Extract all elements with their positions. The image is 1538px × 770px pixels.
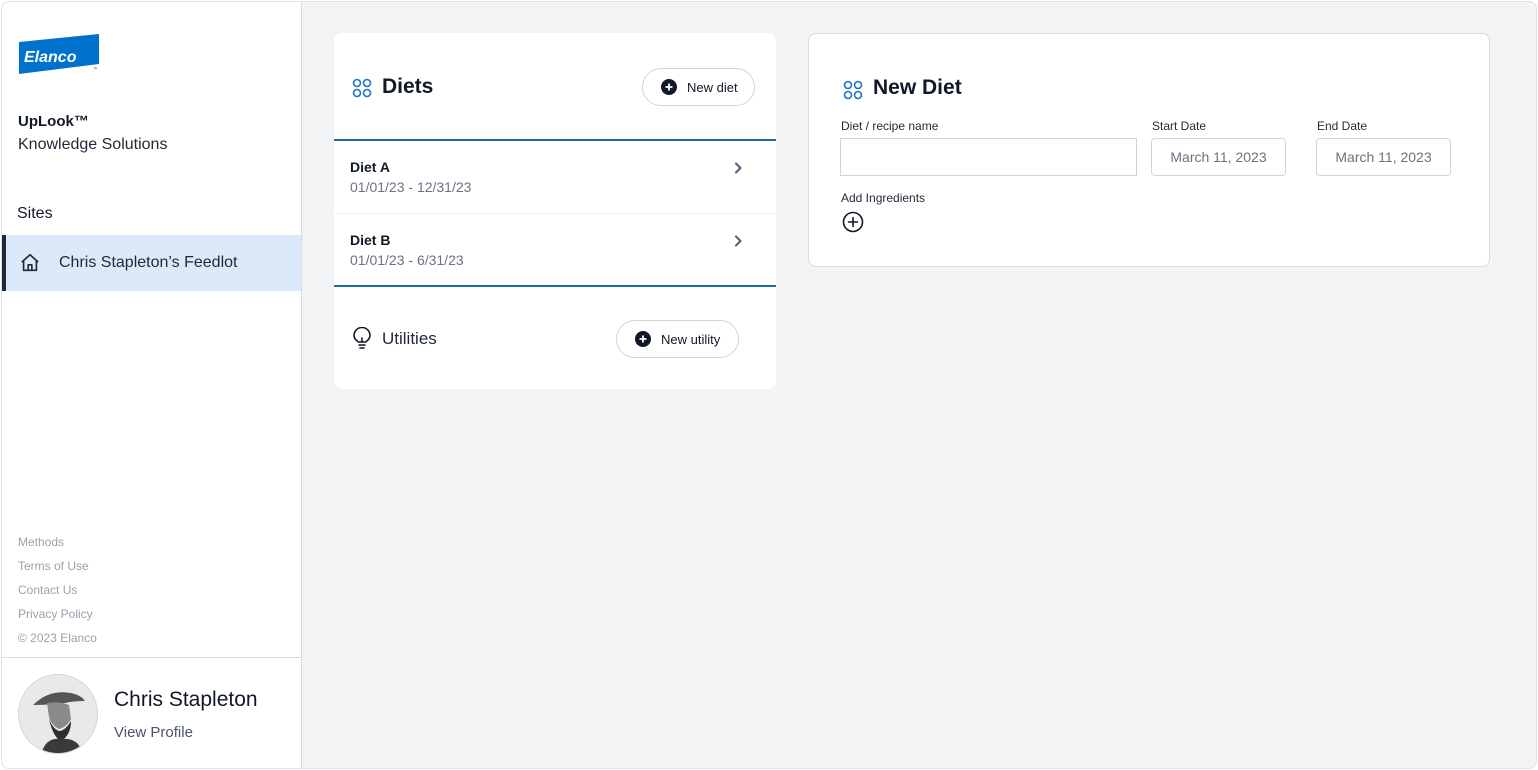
utilities-section: Utilities New utility [334,287,776,389]
end-date-input[interactable]: March 11, 2023 [1316,138,1451,176]
main-content: Diets New diet Diet A 01/01/23 - 12/31/2… [302,2,1536,768]
new-diet-form: New Diet Diet / recipe name Start Date M… [808,33,1490,267]
footer-links: Methods Terms of Use Contact Us Privacy … [18,530,97,650]
sidebar-item-site[interactable]: Chris Stapleton’s Feedlot [2,235,301,291]
chevron-right-icon [734,162,742,174]
profile-name: Chris Stapleton [114,688,258,711]
diet-name-label: Diet / recipe name [841,119,939,133]
chevron-right-icon [734,235,742,247]
app-window: Elanco ™ UpLook™ Knowledge Solutions Sit… [1,1,1537,769]
diets-list: Diet A 01/01/23 - 12/31/23 Diet B 01/01/… [334,141,776,287]
copyright: © 2023 Elanco [18,631,97,645]
logo-text: Elanco [24,49,77,66]
diet-list-item[interactable]: Diet A 01/01/23 - 12/31/23 [334,141,776,213]
start-date-label: Start Date [1152,119,1207,133]
brand-subtitle: Knowledge Solutions [18,136,168,153]
avatar[interactable] [18,674,98,754]
home-icon [21,253,39,272]
diet-list-item[interactable]: Diet B 01/01/23 - 6/31/23 [334,213,776,285]
elanco-logo[interactable]: Elanco ™ [17,32,101,74]
footer-link-terms[interactable]: Terms of Use [18,554,97,578]
lightbulb-icon [353,327,371,349]
utilities-label: Utilities [382,329,437,348]
new-diet-title: New Diet [873,76,962,99]
diet-name: Diet B [350,232,391,248]
diet-dates: 01/01/23 - 6/31/23 [350,252,464,268]
site-label: Chris Stapleton’s Feedlot [59,254,238,271]
diet-name-input[interactable] [840,138,1137,176]
end-date-label: End Date [1317,119,1368,133]
profile-section: Chris Stapleton View Profile [2,657,301,768]
logo-tm: ™ [93,66,97,71]
grid-icon [352,78,372,98]
new-diet-button[interactable]: New diet [642,68,755,106]
plus-circle-icon [661,79,677,95]
brand-block: UpLook™ Knowledge Solutions [18,112,167,158]
diets-header: Diets New diet [334,33,776,141]
grid-icon [843,80,863,100]
footer-link-methods[interactable]: Methods [18,530,97,554]
diet-dates: 01/01/23 - 12/31/23 [350,179,472,195]
brand-title: UpLook™ [18,113,89,130]
new-utility-button[interactable]: New utility [616,320,739,358]
footer-link-contact[interactable]: Contact Us [18,578,97,602]
start-date-input[interactable]: March 11, 2023 [1151,138,1286,176]
add-ingredients-label: Add Ingredients [841,191,926,205]
view-profile-link[interactable]: View Profile [114,724,193,741]
sidebar: Elanco ™ UpLook™ Knowledge Solutions Sit… [2,2,302,768]
new-diet-label: New diet [687,79,738,95]
footer-link-privacy[interactable]: Privacy Policy [18,602,97,626]
plus-circle-icon [635,331,651,347]
new-utility-label: New utility [661,331,721,347]
sites-heading: Sites [17,205,53,222]
diet-name: Diet A [350,159,390,175]
avatar-image [19,675,97,753]
add-ingredient-plus-icon[interactable] [842,211,864,233]
diets-title: Diets [382,75,434,98]
diets-panel: Diets New diet Diet A 01/01/23 - 12/31/2… [334,33,776,389]
